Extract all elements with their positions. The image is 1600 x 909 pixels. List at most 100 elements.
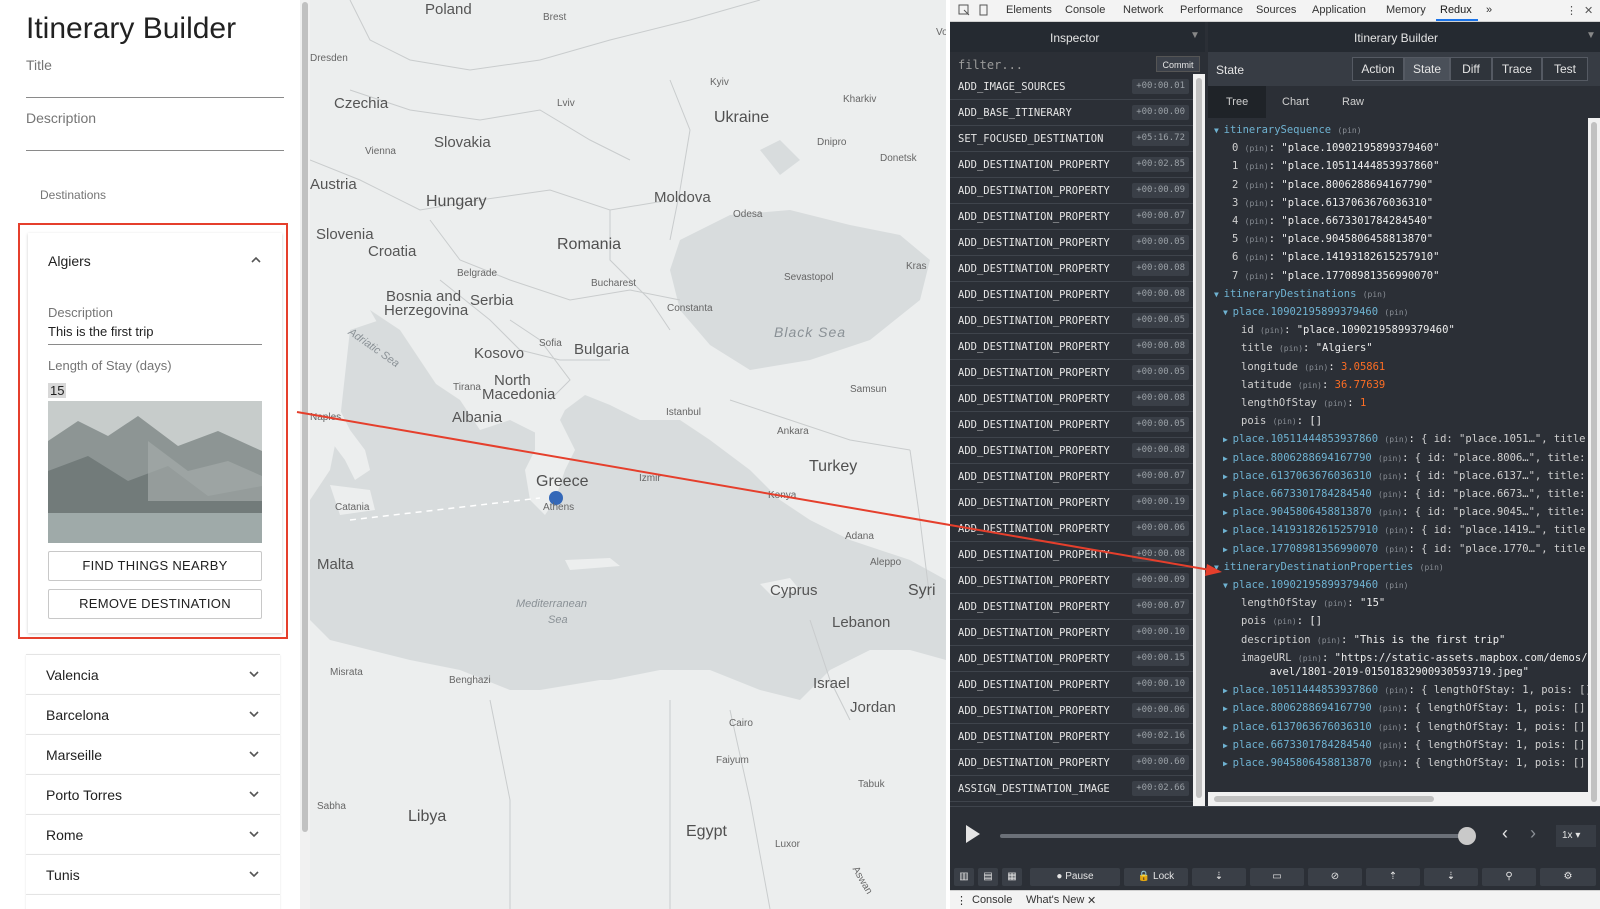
map-view[interactable]: Poland Brest Dresden Kyiv Vo Lviv Czechi… (310, 0, 946, 909)
tab-sources[interactable]: Sources (1256, 4, 1296, 16)
mode-diff-button[interactable]: Diff (1450, 57, 1492, 81)
mode-state-button[interactable]: State (1404, 57, 1450, 81)
tree-leaf[interactable]: 4 (pin): "place.6673301784284540" (1232, 215, 1433, 227)
action-row[interactable]: ADD_DESTINATION_PROPERTY +00:00.07 (950, 464, 1193, 490)
remove-destination-button[interactable]: REMOVE DESTINATION (48, 589, 262, 619)
drawer-menu-icon[interactable]: ⋮ (956, 894, 967, 907)
scrollbar-thumb[interactable] (1214, 796, 1434, 802)
close-icon[interactable]: ✕ (1087, 894, 1096, 907)
tree-leaf[interactable]: lengthOfStay (pin): 1 (1241, 397, 1366, 409)
timeline-slider[interactable] (1000, 834, 1470, 838)
tab-elements[interactable]: Elements (1006, 4, 1052, 16)
description-input[interactable] (26, 150, 284, 151)
tree-node-itinerary-sequence[interactable]: ▼ itinerarySequence (pin) (1214, 124, 1362, 136)
scrollbar-thumb[interactable] (302, 2, 308, 832)
tab-redux[interactable]: Redux (1440, 4, 1472, 16)
state-tree-hscrollbar[interactable] (1208, 792, 1588, 806)
tab-network[interactable]: Network (1123, 4, 1163, 16)
store-title[interactable]: Itinerary Builder (1354, 31, 1438, 45)
filter-input[interactable]: filter... (954, 56, 1154, 74)
tab-console[interactable]: Console (1065, 4, 1105, 16)
destination-item-marseille[interactable]: Marseille (26, 734, 280, 774)
playback-speed-select[interactable]: 1x ▾ (1556, 825, 1596, 847)
tree-leaf[interactable]: longitude (pin): 3.05861 (1241, 361, 1385, 373)
subtab-chart[interactable]: Chart (1282, 96, 1309, 108)
chevron-down-icon[interactable] (246, 707, 262, 723)
tree-node-collapsed[interactable]: ▶ place.9045806458813870 (pin): { id: "p… (1223, 506, 1588, 518)
action-row[interactable]: ADD_DESTINATION_PROPERTY +00:00.06 (950, 516, 1193, 542)
kebab-menu-icon[interactable]: ⋮ (1566, 4, 1577, 17)
dock-left-icon[interactable]: ▥ (954, 868, 974, 886)
chevron-down-icon[interactable]: ▼ (1190, 30, 1200, 41)
destination-item-porto-torres[interactable]: Porto Torres (26, 774, 280, 814)
scrollbar-thumb[interactable] (1196, 78, 1202, 798)
action-row[interactable]: ADD_DESTINATION_PROPERTY +00:00.10 (950, 620, 1193, 646)
next-action-icon[interactable]: › (1530, 823, 1536, 844)
chevron-up-icon[interactable] (248, 253, 264, 269)
commit-button[interactable]: Commit (1156, 56, 1200, 72)
tree-node-collapsed[interactable]: ▶ place.10511444853937860 (pin): { id: "… (1223, 433, 1588, 445)
chevron-down-icon[interactable] (246, 747, 262, 763)
lock-button[interactable]: 🔒 Lock (1124, 868, 1188, 886)
drawer-tab-console[interactable]: Console (972, 894, 1012, 906)
inspector-title[interactable]: Inspector (1050, 31, 1099, 45)
dock-right-icon[interactable]: ▦ (1002, 868, 1022, 886)
tree-leaf[interactable]: 3 (pin): "place.6137063676036310" (1232, 197, 1433, 209)
tree-node-collapsed[interactable]: ▶ place.10511444853937860 (pin): { lengt… (1223, 684, 1588, 696)
mode-action-button[interactable]: Action (1352, 57, 1404, 81)
tree-leaf[interactable]: id (pin): "place.10902195899379460" (1241, 324, 1455, 336)
dock-bottom-icon[interactable]: ▤ (978, 868, 998, 886)
tree-leaf[interactable]: latitude (pin): 36.77639 (1241, 379, 1385, 391)
action-row[interactable]: ADD_DESTINATION_PROPERTY +00:00.08 (950, 282, 1193, 308)
tree-leaf[interactable]: 0 (pin): "place.10902195899379460" (1232, 142, 1439, 154)
action-row[interactable]: ADD_IMAGE_SOURCES +00:00.01 (950, 74, 1193, 100)
tree-node-destination[interactable]: ▼ place.10902195899379460 (pin) (1223, 579, 1408, 591)
action-row[interactable]: ADD_BASE_ITINERARY +00:00.00 (950, 100, 1193, 126)
tree-node-collapsed[interactable]: ▶ place.6673301784284540 (pin): { id: "p… (1223, 488, 1588, 500)
action-row[interactable]: ADD_DESTINATION_PROPERTY +00:00.05 (950, 230, 1193, 256)
tree-node-collapsed[interactable]: ▶ place.17708981356990070 (pin): { id: "… (1223, 543, 1588, 555)
tree-leaf[interactable]: lengthOfStay (pin): "15" (1241, 597, 1385, 609)
state-tree-scrollbar[interactable] (1588, 118, 1600, 806)
action-row[interactable]: ADD_DESTINATION_PROPERTY +00:00.05 (950, 360, 1193, 386)
scrollbar-thumb[interactable] (1591, 122, 1597, 802)
chevron-down-icon[interactable] (246, 787, 262, 803)
find-things-nearby-button[interactable]: FIND THINGS NEARBY (48, 551, 262, 581)
tree-leaf[interactable]: 5 (pin): "place.9045806458813870" (1232, 233, 1433, 245)
tree-leaf-wrap[interactable]: avel/1801-2019-01501832900930593719.jpeg… (1270, 666, 1529, 678)
dispatch-icon[interactable]: ⊘ (1308, 868, 1362, 886)
destination-item-more[interactable] (26, 894, 280, 909)
chevron-down-icon[interactable]: ▼ (1586, 30, 1596, 41)
chevron-down-icon[interactable] (246, 827, 262, 843)
tree-leaf[interactable]: imageURL (pin): "https://static-assets.m… (1241, 652, 1588, 664)
tree-node-collapsed[interactable]: ▶ place.8006288694167790 (pin): { length… (1223, 702, 1588, 714)
tree-leaf[interactable]: 7 (pin): "place.17708981356990070" (1232, 270, 1439, 282)
tree-node-collapsed[interactable]: ▶ place.6137063676036310 (pin): { id: "p… (1223, 470, 1588, 482)
action-row[interactable]: SET_FOCUSED_DESTINATION +05:16.72 (950, 126, 1193, 152)
action-row[interactable]: ADD_DESTINATION_PROPERTY +00:02.85 (950, 152, 1193, 178)
pause-button[interactable]: ● Pause (1030, 868, 1120, 886)
pin-icon[interactable]: ⇣ (1192, 868, 1246, 886)
destination-description-input[interactable]: This is the first trip (48, 324, 153, 339)
action-row[interactable]: ADD_DESTINATION_PROPERTY +00:00.05 (950, 308, 1193, 334)
action-row[interactable]: ADD_DESTINATION_PROPERTY +00:00.08 (950, 334, 1193, 360)
action-row[interactable]: ADD_DESTINATION_PROPERTY +00:00.06 (950, 698, 1193, 724)
action-row[interactable]: ADD_DESTINATION_PROPERTY +00:02.16 (950, 724, 1193, 750)
keyboard-icon[interactable]: ▭ (1250, 868, 1304, 886)
tree-leaf[interactable]: pois (pin): [] (1241, 615, 1322, 627)
destination-item-valencia[interactable]: Valencia (26, 654, 280, 694)
tree-node-destination[interactable]: ▼ place.10902195899379460 (pin) (1223, 306, 1408, 318)
tree-node-destination-properties[interactable]: ▼ itineraryDestinationProperties (pin) (1214, 561, 1444, 573)
more-tabs-button[interactable]: » (1486, 4, 1492, 16)
tree-node-collapsed[interactable]: ▶ place.9045806458813870 (pin): { length… (1223, 757, 1588, 769)
action-row[interactable]: ASSIGN_DESTINATION_IMAGE +00:02.66 (950, 776, 1193, 802)
timeline-slider-knob[interactable] (1458, 827, 1476, 845)
close-icon[interactable]: ✕ (1584, 4, 1593, 17)
destination-title[interactable]: Algiers (48, 253, 91, 269)
chevron-down-icon[interactable] (246, 667, 262, 683)
subtab-raw[interactable]: Raw (1342, 96, 1364, 108)
drawer-tab-whats-new[interactable]: What's New (1026, 894, 1084, 906)
tree-leaf[interactable]: 6 (pin): "place.14193182615257910" (1232, 251, 1439, 263)
tree-node-itinerary-destinations[interactable]: ▼ itineraryDestinations (pin) (1214, 288, 1387, 300)
length-of-stay-input[interactable]: 15 (48, 383, 67, 398)
